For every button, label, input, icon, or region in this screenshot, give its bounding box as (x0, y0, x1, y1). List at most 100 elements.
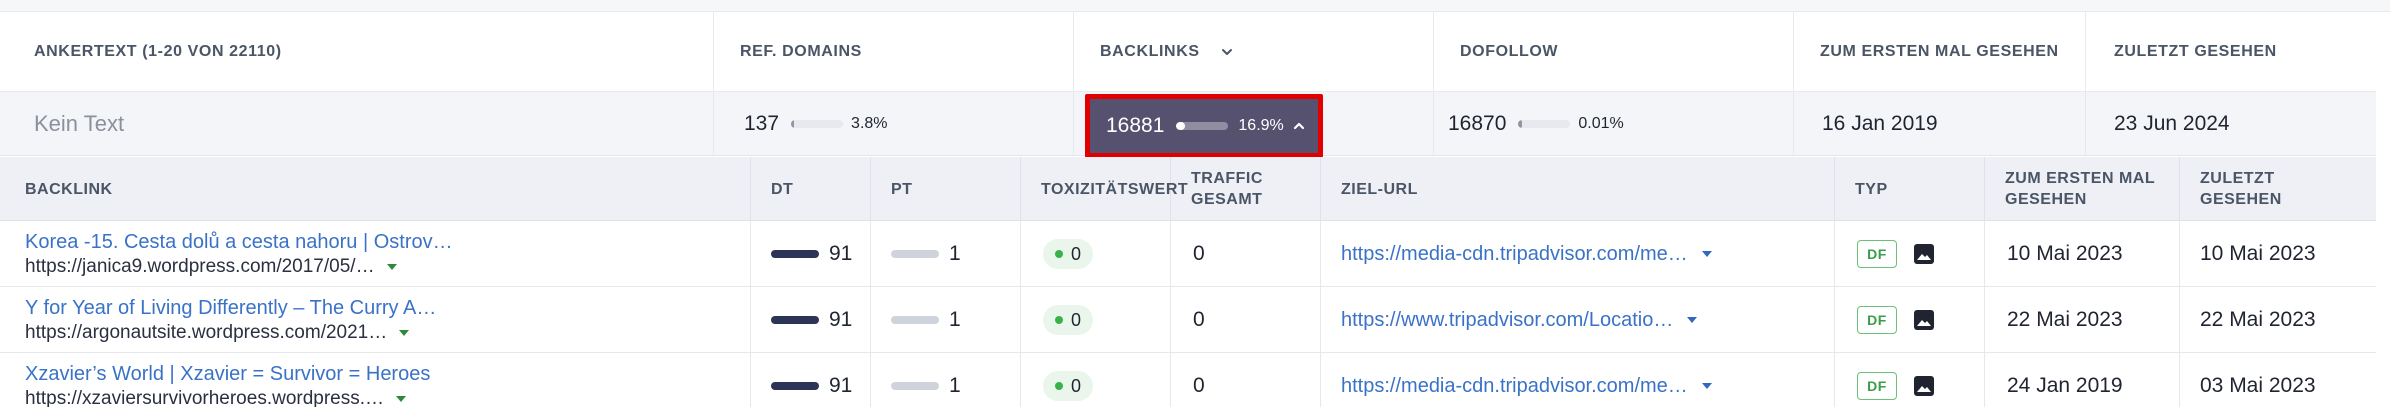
caret-down-icon[interactable] (1701, 383, 1712, 389)
target-url-link[interactable]: https://media-cdn.tripadvisor.com/me… (1341, 375, 1688, 398)
row-last-seen-value: 03 Mai 2023 (2200, 374, 2316, 397)
backlink-title-link[interactable]: Korea -15. Cesta dolů a cesta nahoru | O… (25, 229, 453, 255)
backlink-url-text[interactable]: https://xzaviersurvivorheroes.wordpress.… (25, 387, 384, 407)
ref-domains-pct: 3.8% (851, 115, 888, 132)
pt-bar (891, 382, 939, 390)
dt-value: 91 (829, 308, 853, 331)
backlink-url[interactable]: https://argonautsite.wordpress.com/2021… (25, 321, 410, 345)
target-url-link[interactable]: https://media-cdn.tripadvisor.com/me… (1341, 243, 1688, 266)
backlink-url[interactable]: https://janica9.wordpress.com/2017/05/… (25, 255, 397, 279)
row-last-seen-value: 22 Mai 2023 (2200, 308, 2316, 331)
dt-bar (771, 316, 819, 324)
toxicity-value: 0 (1071, 375, 1082, 396)
ref-domains-cell: 137 3.8% (714, 92, 1074, 156)
col-target-url-label: ZIEL-URL (1341, 180, 1418, 198)
dt-bar (771, 382, 819, 390)
pt-cell: 1 (871, 287, 1021, 353)
image-icon (1914, 244, 1934, 264)
row-first-seen-value: 24 Jan 2019 (2007, 374, 2123, 397)
backlink-title-link[interactable]: Y for Year of Living Differently – The C… (25, 295, 436, 321)
table-row[interactable]: Y for Year of Living Differently – The C… (0, 287, 2376, 353)
dofollow-cell: 16870 0.01% (1434, 92, 1794, 156)
toxicity-cell: 0 (1021, 221, 1171, 287)
status-dot-icon (1055, 382, 1063, 390)
col-traffic-label: TRAFFIC GESAMT (1191, 170, 1263, 208)
dofollow-bar-fill (1518, 120, 1522, 128)
col-row-first-seen-label: ZUM ERSTEN MAL GESEHEN (2005, 170, 2155, 208)
col-last-seen[interactable]: ZULETZT GESEHEN (2086, 12, 2376, 92)
col-anchor-text[interactable]: ANKERTEXT (1-20 VON 22110) (0, 12, 714, 92)
dofollow-pct: 0.01% (1578, 115, 1624, 132)
col-type-label: TYP (1855, 180, 1888, 198)
backlink-url-text[interactable]: https://janica9.wordpress.com/2017/05/… (25, 255, 375, 279)
backlinks-expand-button[interactable]: 16881 16.9% (1085, 94, 1323, 158)
target-url-cell: https://www.tripadvisor.com/Locatio… (1321, 287, 1835, 353)
anchor-text-cell: Kein Text (0, 92, 714, 156)
col-ref-domains-label: REF. DOMAINS (740, 43, 862, 60)
row-last-seen-cell: 03 Mai 2023 (2180, 353, 2376, 407)
col-backlinks[interactable]: BACKLINKS (1074, 12, 1434, 92)
col-type[interactable]: TYP (1835, 157, 1985, 221)
col-traffic[interactable]: TRAFFIC GESAMT (1171, 157, 1321, 221)
backlinks-bar-fill (1176, 122, 1186, 130)
dt-cell: 91 (751, 287, 871, 353)
col-dofollow[interactable]: DOFOLLOW (1434, 12, 1794, 92)
target-url-link[interactable]: https://www.tripadvisor.com/Locatio… (1341, 309, 1673, 332)
backlink-url[interactable]: https://xzaviersurvivorheroes.wordpress.… (25, 387, 407, 407)
backlink-cell: Y for Year of Living Differently – The C… (0, 287, 751, 353)
backlinks-table-header: BACKLINK DT PT TOXIZITÄTSWERT TRAFFIC GE… (0, 157, 2376, 221)
type-cell: DF (1835, 353, 1985, 407)
col-pt[interactable]: PT (871, 157, 1021, 221)
toxicity-cell: 0 (1021, 353, 1171, 407)
backlink-title-link[interactable]: Xzavier’s World | Xzavier = Survivor = H… (25, 361, 430, 387)
dofollow-badge: DF (1857, 372, 1897, 400)
col-ref-domains[interactable]: REF. DOMAINS (714, 12, 1074, 92)
ref-domains-value: 137 (744, 112, 780, 135)
dt-value: 91 (829, 242, 853, 265)
chevron-up-icon[interactable] (1292, 119, 1306, 133)
row-last-seen-cell: 22 Mai 2023 (2180, 287, 2376, 353)
col-last-seen-label: ZULETZT GESEHEN (2114, 43, 2277, 60)
chevron-down-icon[interactable] (1220, 45, 1234, 59)
last-seen-value: 23 Jun 2024 (2114, 112, 2230, 135)
backlink-cell: Korea -15. Cesta dolů a cesta nahoru | O… (0, 221, 751, 287)
toxicity-badge: 0 (1043, 239, 1094, 269)
pt-value: 1 (949, 308, 961, 331)
col-row-first-seen[interactable]: ZUM ERSTEN MAL GESEHEN (1985, 157, 2180, 221)
col-dt-label: DT (771, 180, 794, 198)
dofollow-badge: DF (1857, 306, 1897, 334)
backlink-cell: Xzavier’s World | Xzavier = Survivor = H… (0, 353, 751, 407)
traffic-value: 0 (1193, 242, 1205, 265)
col-backlink-label: BACKLINK (25, 180, 113, 198)
col-backlink[interactable]: BACKLINK (0, 157, 751, 221)
caret-down-icon[interactable] (396, 396, 407, 402)
status-dot-icon (1055, 250, 1063, 258)
caret-down-icon[interactable] (386, 264, 397, 270)
col-toxicity[interactable]: TOXIZITÄTSWERT (1021, 157, 1188, 221)
table-row[interactable]: Korea -15. Cesta dolů a cesta nahoru | O… (0, 221, 2376, 287)
dofollow-bar (1518, 120, 1571, 128)
dofollow-value: 16870 (1448, 112, 1507, 135)
backlink-url-text[interactable]: https://argonautsite.wordpress.com/2021… (25, 321, 387, 345)
target-url-cell: https://media-cdn.tripadvisor.com/me… (1321, 353, 1835, 407)
col-first-seen[interactable]: ZUM ERSTEN MAL GESEHEN (1794, 12, 2086, 92)
backlinks-value: 16881 (1106, 114, 1165, 137)
row-first-seen-cell: 24 Jan 2019 (1985, 353, 2180, 407)
traffic-cell: 0 (1171, 287, 1321, 353)
table-row[interactable]: Xzavier’s World | Xzavier = Survivor = H… (0, 353, 2376, 407)
ref-domains-bar (791, 120, 844, 128)
row-last-seen-value: 10 Mai 2023 (2200, 242, 2316, 265)
pt-bar (891, 316, 939, 324)
col-dofollow-label: DOFOLLOW (1460, 43, 1559, 60)
caret-down-icon[interactable] (399, 330, 410, 336)
anchor-table-header: ANKERTEXT (1-20 VON 22110) REF. DOMAINS … (0, 12, 2376, 92)
col-anchor-text-label: ANKERTEXT (1-20 VON 22110) (34, 43, 282, 60)
caret-down-icon[interactable] (1701, 251, 1712, 257)
col-row-last-seen[interactable]: ZULETZT GESEHEN (2180, 157, 2376, 221)
col-target-url[interactable]: ZIEL-URL (1321, 157, 1835, 221)
caret-down-icon[interactable] (1687, 317, 1698, 323)
col-dt[interactable]: DT (751, 157, 871, 221)
type-cell: DF (1835, 287, 1985, 353)
backlinks-pct: 16.9% (1238, 117, 1284, 134)
dt-cell: 91 (751, 221, 871, 287)
